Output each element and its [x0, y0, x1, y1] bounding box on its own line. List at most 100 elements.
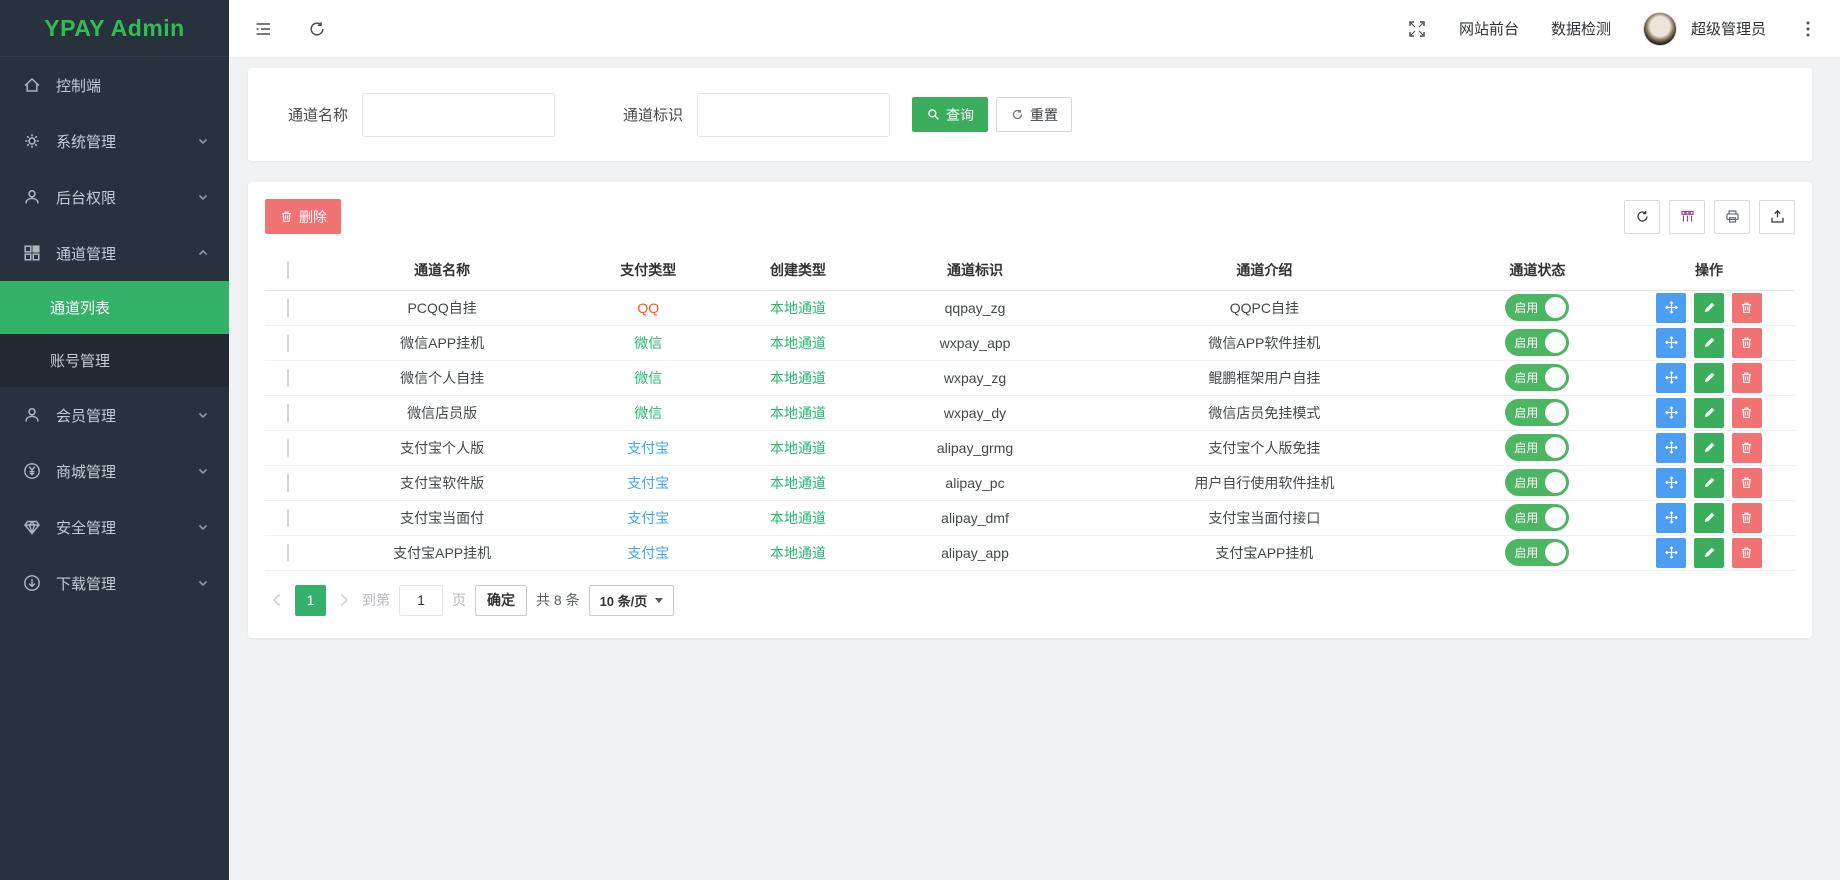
- goto-page-input[interactable]: [399, 585, 443, 616]
- table-columns-button[interactable]: [1669, 200, 1705, 234]
- chevron-up-icon: [197, 247, 209, 259]
- sidebar-item-security[interactable]: 安全管理: [0, 499, 229, 555]
- prev-page-icon[interactable]: [268, 591, 286, 609]
- cell-name: 微信APP挂机: [311, 325, 573, 360]
- delete-button[interactable]: 删除: [265, 199, 341, 234]
- edit-button[interactable]: [1694, 363, 1724, 393]
- toggle-knob: [1545, 472, 1566, 493]
- cell-create-type[interactable]: 本地通道: [770, 545, 826, 561]
- sidebar-item-members[interactable]: 会员管理: [0, 387, 229, 443]
- delete-row-button[interactable]: [1732, 468, 1762, 498]
- row-checkbox[interactable]: [287, 369, 289, 387]
- more-dots-icon[interactable]: [1798, 19, 1818, 39]
- delete-row-button[interactable]: [1732, 398, 1762, 428]
- edit-button[interactable]: [1694, 328, 1724, 358]
- avatar[interactable]: [1643, 12, 1677, 46]
- search-button[interactable]: 查询: [912, 97, 988, 132]
- edit-button[interactable]: [1694, 433, 1724, 463]
- cell-create-type[interactable]: 本地通道: [770, 405, 826, 421]
- table-refresh-button[interactable]: [1624, 200, 1660, 234]
- current-page[interactable]: 1: [295, 585, 326, 616]
- sidebar-item-mall[interactable]: 商城管理: [0, 443, 229, 499]
- search-button-label: 查询: [946, 105, 974, 125]
- sidebar-item-permissions[interactable]: 后台权限: [0, 169, 229, 225]
- row-checkbox[interactable]: [287, 404, 289, 422]
- move-button[interactable]: [1656, 398, 1686, 428]
- move-button[interactable]: [1656, 503, 1686, 533]
- channel-name-input[interactable]: [362, 93, 555, 137]
- status-toggle[interactable]: 启用: [1505, 469, 1569, 496]
- reset-icon: [1010, 107, 1025, 122]
- cell-intro: 微信店员免挂模式: [1077, 395, 1452, 430]
- cell-pay-type: 微信: [634, 335, 662, 351]
- topbar-right: 网站前台 数据检测 超级管理员: [1407, 12, 1818, 46]
- cell-pay-type: 微信: [634, 370, 662, 386]
- cell-create-type[interactable]: 本地通道: [770, 300, 826, 316]
- delete-row-button[interactable]: [1732, 433, 1762, 463]
- move-button[interactable]: [1656, 293, 1686, 323]
- status-toggle[interactable]: 启用: [1505, 434, 1569, 461]
- status-toggle[interactable]: 启用: [1505, 504, 1569, 531]
- row-checkbox[interactable]: [287, 299, 289, 317]
- edit-button[interactable]: [1694, 293, 1724, 323]
- chevron-down-icon: [197, 577, 209, 589]
- sidebar-subitem-channel-list[interactable]: 通道列表: [0, 281, 229, 334]
- home-icon: [22, 75, 42, 95]
- edit-button[interactable]: [1694, 503, 1724, 533]
- row-checkbox[interactable]: [287, 334, 289, 352]
- cell-create-type[interactable]: 本地通道: [770, 335, 826, 351]
- table-print-button[interactable]: [1714, 200, 1750, 234]
- status-label: 启用: [1514, 404, 1538, 421]
- edit-button[interactable]: [1694, 398, 1724, 428]
- row-checkbox[interactable]: [287, 509, 289, 527]
- username[interactable]: 超级管理员: [1691, 18, 1766, 39]
- cell-create-type[interactable]: 本地通道: [770, 370, 826, 386]
- cell-code: alipay_app: [873, 535, 1077, 570]
- delete-row-button[interactable]: [1732, 503, 1762, 533]
- sidebar-subitem-label: 账号管理: [50, 350, 110, 371]
- table-export-button[interactable]: [1759, 200, 1795, 234]
- move-button[interactable]: [1656, 538, 1686, 568]
- toggle-knob: [1545, 507, 1566, 528]
- status-toggle[interactable]: 启用: [1505, 364, 1569, 391]
- delete-row-button[interactable]: [1732, 538, 1762, 568]
- cell-create-type[interactable]: 本地通道: [770, 510, 826, 526]
- next-page-icon[interactable]: [335, 591, 353, 609]
- delete-row-button[interactable]: [1732, 293, 1762, 323]
- collapse-menu-icon[interactable]: [253, 19, 273, 39]
- row-checkbox[interactable]: [287, 474, 289, 492]
- sidebar-item-channels[interactable]: 通道管理: [0, 225, 229, 281]
- cell-code: wxpay_dy: [873, 395, 1077, 430]
- row-checkbox[interactable]: [287, 439, 289, 457]
- delete-row-button[interactable]: [1732, 328, 1762, 358]
- row-checkbox[interactable]: [287, 544, 289, 562]
- goto-confirm-button[interactable]: 确定: [475, 585, 527, 616]
- status-toggle[interactable]: 启用: [1505, 539, 1569, 566]
- data-check-link[interactable]: 数据检测: [1551, 18, 1611, 39]
- move-button[interactable]: [1656, 468, 1686, 498]
- edit-button[interactable]: [1694, 468, 1724, 498]
- move-button[interactable]: [1656, 433, 1686, 463]
- cell-create-type[interactable]: 本地通道: [770, 440, 826, 456]
- move-button[interactable]: [1656, 328, 1686, 358]
- sidebar-subitem-account-manage[interactable]: 账号管理: [0, 334, 229, 387]
- site-front-link[interactable]: 网站前台: [1459, 18, 1519, 39]
- select-all-checkbox[interactable]: [287, 261, 289, 279]
- sidebar-item-system[interactable]: 系统管理: [0, 113, 229, 169]
- move-button[interactable]: [1656, 363, 1686, 393]
- fullscreen-icon[interactable]: [1407, 19, 1427, 39]
- delete-row-button[interactable]: [1732, 363, 1762, 393]
- status-toggle[interactable]: 启用: [1505, 294, 1569, 321]
- status-toggle[interactable]: 启用: [1505, 399, 1569, 426]
- page-size-select[interactable]: 10 条/页: [589, 585, 675, 616]
- goto-label: 到第: [362, 590, 390, 610]
- toggle-knob: [1545, 367, 1566, 388]
- sidebar-item-dashboard[interactable]: 控制端: [0, 57, 229, 113]
- status-toggle[interactable]: 启用: [1505, 329, 1569, 356]
- reset-button[interactable]: 重置: [996, 97, 1072, 132]
- channel-code-input[interactable]: [697, 93, 890, 137]
- refresh-icon[interactable]: [307, 19, 327, 39]
- sidebar-item-downloads[interactable]: 下载管理: [0, 555, 229, 611]
- edit-button[interactable]: [1694, 538, 1724, 568]
- cell-create-type[interactable]: 本地通道: [770, 475, 826, 491]
